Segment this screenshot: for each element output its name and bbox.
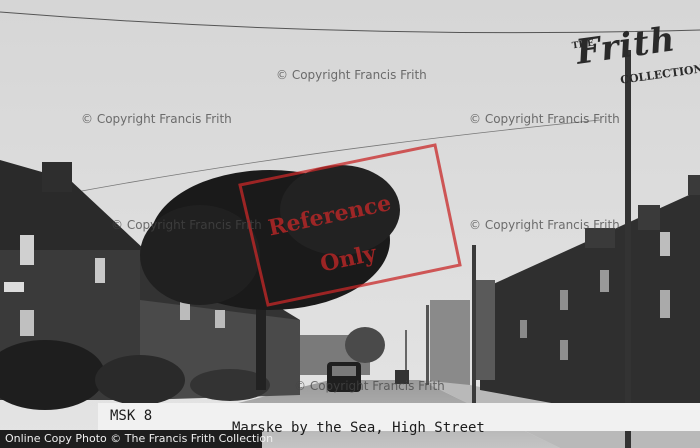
window (560, 290, 568, 310)
street-sign (4, 282, 24, 292)
window (600, 270, 609, 292)
telegraph-pole (625, 50, 631, 448)
telegraph-pole (426, 305, 429, 385)
window (215, 310, 225, 328)
window (660, 290, 670, 318)
window (20, 310, 34, 336)
window (560, 340, 568, 360)
window (95, 258, 105, 283)
window (520, 320, 527, 338)
chimney (638, 205, 660, 230)
chimney (42, 162, 72, 192)
copyright-watermark: © Copyright Francis Frith (469, 112, 620, 126)
frith-collection-logo: THE Frith COLLECTION (560, 19, 700, 94)
distant-tree (345, 327, 385, 363)
telegraph-pole (472, 245, 476, 405)
copyright-watermark: © Copyright Francis Frith (294, 379, 445, 393)
right-chimney-stack (475, 280, 495, 380)
copyright-watermark: © Copyright Francis Frith (469, 218, 620, 232)
window (20, 235, 34, 265)
copyright-watermark: © Copyright Francis Frith (111, 218, 262, 232)
copyright-watermark: © Copyright Francis Frith (81, 112, 232, 126)
logo-frith: Frith (573, 19, 679, 73)
photo-reference-code: MSK 8 (110, 408, 153, 424)
distant-building (430, 300, 470, 385)
window (660, 232, 670, 256)
copyright-watermark: © Copyright Francis Frith (276, 68, 427, 82)
credit-text: Online Copy Photo © The Francis Frith Co… (5, 432, 274, 445)
chimney (688, 175, 700, 195)
tree-trunk (256, 300, 266, 390)
hedge (95, 355, 185, 405)
car-windscreen (332, 366, 356, 376)
photo-frame: © Copyright Francis Frith © Copyright Fr… (0, 0, 700, 448)
